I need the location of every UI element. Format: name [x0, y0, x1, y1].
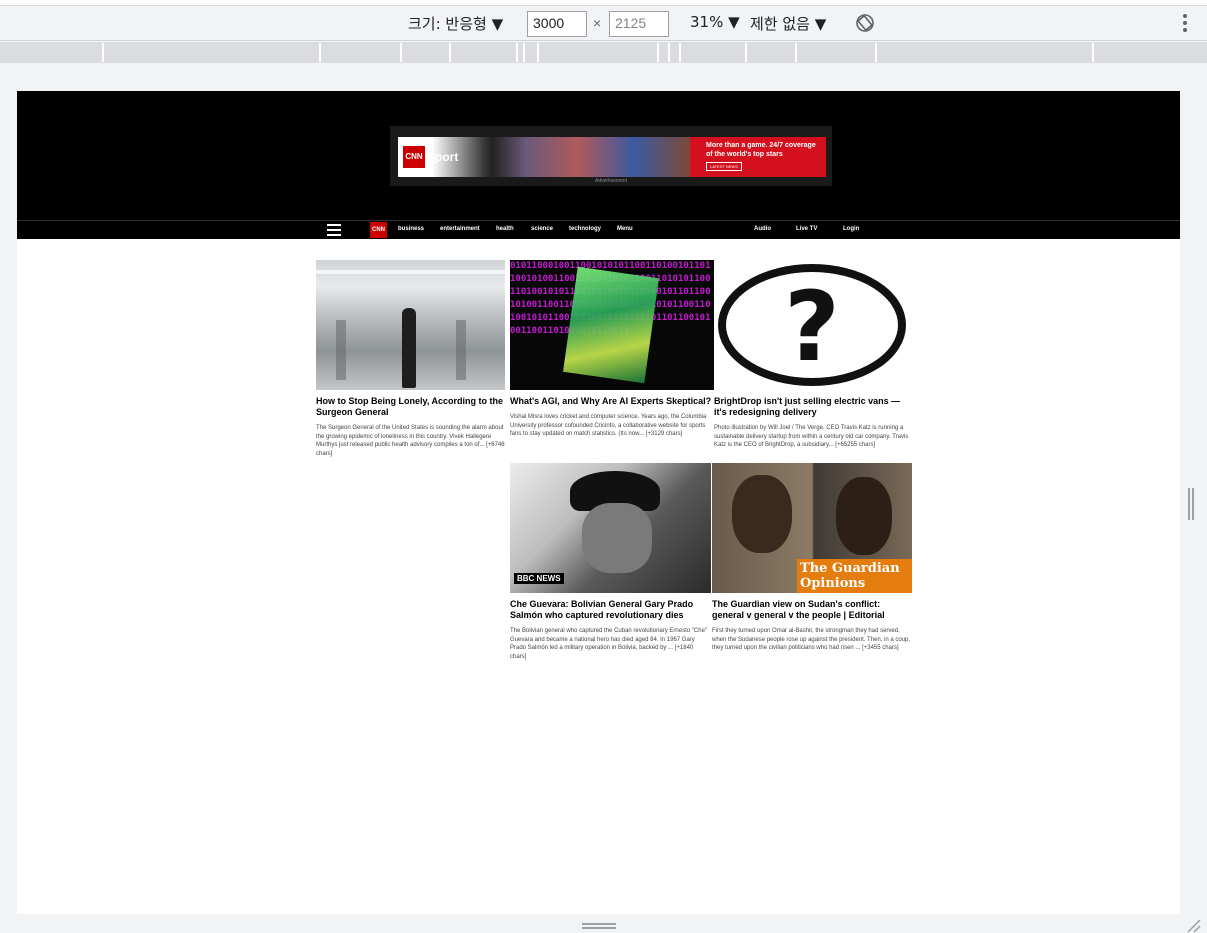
more-options-icon[interactable] [1180, 14, 1190, 34]
article-image[interactable]: ? [714, 260, 911, 390]
dimension-separator: × [593, 15, 602, 31]
nav-live-tv[interactable]: Live TV [796, 226, 817, 232]
article-description: Vishal Misra loves cricket and computer … [510, 414, 707, 437]
article-card[interactable]: 0101100010011001010101100110100101101100… [510, 260, 714, 470]
ad-tagline: More than a game. 24/7 coverage of the w… [706, 142, 816, 158]
viewport-resize-handle-bottom[interactable] [582, 923, 616, 929]
nav-science[interactable]: science [531, 226, 553, 232]
article-card[interactable]: BBC NEWS Che Guevara: Bolivian General G… [510, 463, 711, 673]
nav-login[interactable]: Login [843, 226, 859, 232]
cnn-nav-logo[interactable]: CNN [370, 222, 387, 238]
article-card[interactable]: ? BrightDrop isn't just selling electric… [714, 260, 911, 470]
nav-audio[interactable]: Audio [754, 226, 771, 232]
article-description: First they turned upon Omar al-Bashir, t… [712, 628, 911, 651]
viewport-resize-handle-right[interactable] [1188, 488, 1196, 520]
resize-corner-icon[interactable] [1183, 915, 1201, 933]
device-toolbar: 크기: 반응형 ▼ 3000 × 2125 31% ▼ 제한 없음 ▼ [0, 6, 1207, 41]
question-mark-icon: ? [718, 264, 906, 386]
site-nav: CNN business entertainment health scienc… [17, 220, 1180, 239]
guardian-opinions-badge: The Guardian Opinions [797, 559, 912, 593]
article-title[interactable]: Che Guevara: Bolivian General Gary Prado… [510, 599, 711, 621]
article-description: Photo illustration by Will Joel / The Ve… [714, 425, 909, 448]
article-image[interactable]: BBC NEWS [510, 463, 711, 593]
device-viewport: CNN Sport More than a game. 24/7 coverag… [17, 91, 1180, 914]
rotate-icon[interactable] [855, 13, 875, 33]
article-description: The Surgeon General of the United States… [316, 425, 505, 457]
article-card[interactable]: The Guardian Opinions The Guardian view … [712, 463, 912, 673]
ad-button[interactable]: LATEST NEWS [706, 162, 742, 171]
device-size-dropdown[interactable]: 크기: 반응형 ▼ [408, 13, 503, 34]
article-image[interactable]: 0101100010011001010101100110100101101100… [510, 260, 714, 390]
article-description: The Bolivian general who captured the Cu… [510, 628, 708, 660]
ad-label: Advertisement [595, 178, 627, 184]
zoom-dropdown[interactable]: 31% ▼ [690, 13, 740, 31]
cnn-logo: CNN [403, 146, 425, 168]
article-card[interactable]: How to Stop Being Lonely, According to t… [316, 260, 505, 470]
viewport-width-input[interactable]: 3000 [527, 11, 587, 37]
nav-technology[interactable]: technology [569, 226, 601, 232]
ad-product: Sport [427, 150, 459, 164]
article-title[interactable]: How to Stop Being Lonely, According to t… [316, 396, 505, 418]
ad-band: CNN Sport More than a game. 24/7 coverag… [17, 91, 1180, 220]
nav-health[interactable]: health [496, 226, 514, 232]
ad-banner[interactable]: CNN Sport More than a game. 24/7 coverag… [390, 126, 832, 186]
media-query-bar[interactable] [0, 42, 1207, 63]
viewport-height-input[interactable]: 2125 [609, 11, 669, 37]
article-image[interactable]: The Guardian Opinions [712, 463, 912, 593]
article-title[interactable]: What's AGI, and Why Are AI Experts Skept… [510, 396, 714, 407]
hamburger-icon[interactable] [327, 224, 341, 236]
ad-image[interactable]: CNN Sport More than a game. 24/7 coverag… [398, 137, 826, 177]
throttle-dropdown[interactable]: 제한 없음 ▼ [750, 13, 826, 34]
nav-entertainment[interactable]: entertainment [440, 226, 480, 232]
article-title[interactable]: BrightDrop isn't just selling electric v… [714, 396, 911, 418]
nav-menu[interactable]: Menu [617, 226, 633, 232]
svg-text:?: ? [784, 271, 840, 383]
nav-business[interactable]: business [398, 226, 424, 232]
bbc-news-badge: BBC NEWS [514, 573, 564, 584]
article-title[interactable]: The Guardian view on Sudan's conflict: g… [712, 599, 912, 621]
article-image[interactable] [316, 260, 505, 390]
